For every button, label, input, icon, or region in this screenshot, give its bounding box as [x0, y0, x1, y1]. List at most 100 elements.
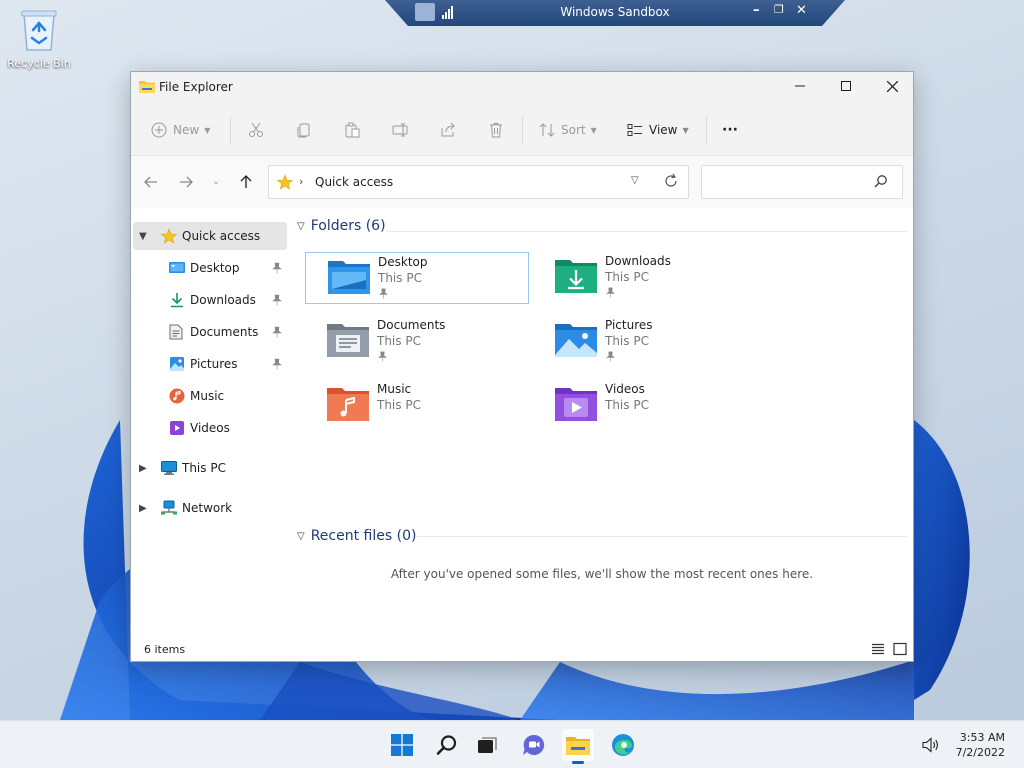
start-button[interactable] [386, 729, 418, 761]
refresh-icon[interactable] [663, 172, 679, 190]
recent-files-group-title: Recent files (0) [310, 528, 417, 544]
search-input[interactable] [708, 172, 868, 192]
pin-icon[interactable] [271, 326, 283, 338]
folder-tile-downloads[interactable]: Downloads This PC [533, 252, 757, 304]
sandbox-minimize-button[interactable]: – [753, 3, 760, 18]
title-bar[interactable]: File Explorer [131, 72, 913, 104]
nav-item-label: Videos [190, 421, 230, 435]
new-button[interactable]: New ▼ [151, 118, 210, 142]
search-icon [436, 735, 457, 755]
folder-name: Pictures [605, 318, 653, 332]
pin-icon[interactable] [271, 358, 283, 370]
minimize-button[interactable] [777, 72, 823, 100]
paste-icon [345, 122, 360, 138]
folder-location: This PC [605, 270, 649, 284]
chevron-down-icon: ⌄ [212, 177, 220, 187]
recycle-bin-label: Recycle Bin [7, 57, 71, 70]
group-divider [417, 536, 907, 537]
new-label: New [173, 123, 200, 137]
delete-button[interactable] [488, 118, 504, 142]
up-button[interactable] [235, 171, 257, 193]
view-button[interactable]: View ▼ [627, 118, 689, 142]
star-icon [161, 228, 177, 244]
chat-button[interactable] [518, 729, 550, 761]
details-view-icon[interactable] [871, 642, 885, 656]
breadcrumb-quick-access[interactable]: Quick access [315, 175, 393, 189]
sort-button[interactable]: Sort ▼ [539, 118, 597, 142]
cut-icon [249, 122, 263, 137]
videos-icon [170, 421, 184, 435]
edge-browser-icon [612, 734, 634, 756]
close-button[interactable] [869, 72, 915, 100]
recycle-bin-shortcut[interactable]: Recycle Bin [6, 8, 72, 70]
item-count: 6 items [144, 643, 186, 656]
nav-videos[interactable]: Videos [133, 414, 287, 442]
system-clock[interactable]: 3:53 AM 7/2/2022 [956, 730, 1005, 760]
search-box[interactable] [701, 165, 903, 199]
nav-item-label: Downloads [190, 293, 256, 307]
nav-documents[interactable]: Documents [133, 318, 287, 346]
file-explorer-icon [139, 81, 155, 93]
chevron-right-icon[interactable]: ▶ [139, 503, 147, 514]
back-button[interactable] [140, 171, 162, 193]
paste-button[interactable] [344, 118, 360, 142]
chevron-right-icon[interactable]: ▶ [139, 463, 147, 474]
large-icons-view-icon[interactable] [893, 642, 907, 656]
taskbar-file-explorer[interactable] [562, 729, 594, 764]
folder-name: Videos [605, 382, 645, 396]
address-bar[interactable]: › Quick access ▽ [268, 165, 689, 199]
nav-pictures[interactable]: Pictures [133, 350, 287, 378]
recent-files-empty-message: After you've opened some files, we'll sh… [390, 567, 814, 581]
trash-icon [490, 123, 502, 138]
documents-folder-icon [327, 324, 369, 357]
star-icon [277, 174, 293, 190]
folders-group-header[interactable]: ▽ Folders (6) [297, 218, 386, 234]
nav-network[interactable]: ▶ Network [133, 494, 287, 522]
nav-quick-access[interactable]: ▼ Quick access [133, 222, 287, 250]
folder-location: This PC [605, 334, 649, 348]
share-button[interactable] [440, 118, 456, 142]
folder-tile-documents[interactable]: Documents This PC [305, 316, 529, 368]
taskbar: 3:53 AM 7/2/2022 [0, 720, 1024, 768]
pin-icon[interactable] [271, 294, 283, 306]
pin-icon[interactable] [271, 262, 283, 274]
minimize-icon [795, 85, 805, 87]
divider [522, 116, 523, 144]
desktop-folder-icon [328, 261, 370, 294]
nav-desktop[interactable]: Desktop [133, 254, 287, 282]
close-icon [886, 80, 898, 92]
chevron-down-icon[interactable]: ▼ [139, 231, 147, 242]
sandbox-close-button[interactable]: ✕ [796, 3, 807, 18]
volume-icon[interactable] [922, 737, 940, 753]
recent-files-group-header[interactable]: ▽ Recent files (0) [297, 528, 416, 544]
document-icon [169, 324, 183, 340]
pin-icon [378, 351, 387, 362]
taskbar-edge[interactable] [607, 729, 639, 761]
chat-icon [523, 734, 545, 755]
cut-button[interactable] [248, 118, 264, 142]
forward-button[interactable] [175, 171, 197, 193]
see-more-button[interactable]: ··· [722, 118, 738, 142]
nav-downloads[interactable]: Downloads [133, 286, 287, 314]
nav-item-label: Desktop [190, 261, 240, 275]
folder-tile-desktop[interactable]: Desktop This PC [305, 252, 529, 304]
copy-button[interactable] [296, 118, 312, 142]
folder-tile-pictures[interactable]: Pictures This PC [533, 316, 757, 368]
sandbox-restore-button[interactable]: ❐ [774, 3, 784, 16]
nav-this-pc[interactable]: ▶ This PC [133, 454, 287, 482]
address-history-dropdown[interactable]: ▽ [631, 175, 639, 186]
folder-tile-music[interactable]: Music This PC [305, 380, 529, 432]
pin-icon [606, 287, 615, 298]
sandbox-connection-bar[interactable]: Windows Sandbox – ❐ ✕ [385, 0, 845, 26]
rename-button[interactable] [392, 118, 410, 142]
sort-label: Sort [561, 123, 586, 137]
folder-location: This PC [605, 398, 649, 412]
maximize-button[interactable] [823, 72, 869, 100]
clock-date: 7/2/2022 [955, 746, 1005, 759]
folder-tile-videos[interactable]: Videos This PC [533, 380, 757, 432]
task-view-button[interactable] [472, 729, 504, 761]
recent-locations-button[interactable]: ⌄ [205, 171, 227, 193]
search-button[interactable] [431, 729, 463, 761]
nav-music[interactable]: Music [133, 382, 287, 410]
sort-icon [539, 123, 555, 137]
